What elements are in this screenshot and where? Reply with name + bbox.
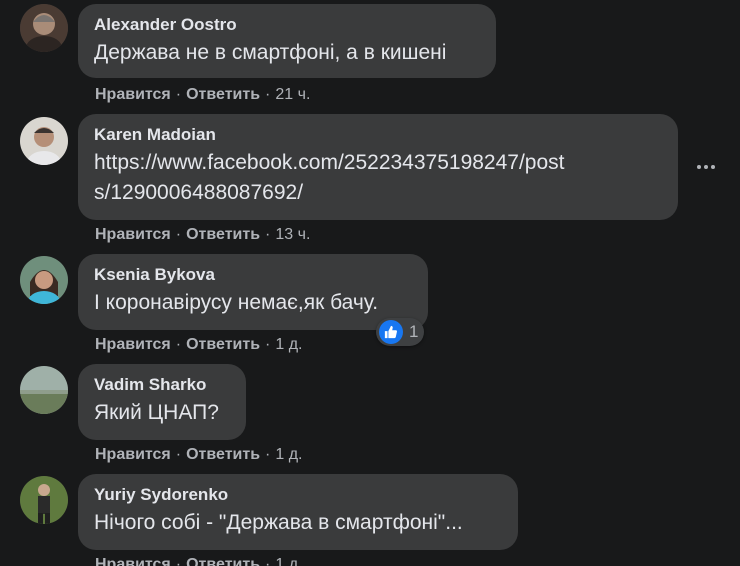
reply-button[interactable]: Ответить	[186, 556, 260, 566]
comment-author[interactable]: Ksenia Bykova	[94, 262, 412, 288]
avatar[interactable]	[20, 476, 68, 524]
comment-actions: Нравится · Ответить · 13 ч.	[95, 225, 310, 245]
like-button[interactable]: Нравится	[95, 226, 171, 243]
comment-time[interactable]: 1 д.	[275, 446, 302, 463]
comment-bubble: Yuriy Sydorenko Нічого собі - "Держава в…	[78, 474, 518, 550]
separator-dot: ·	[265, 446, 271, 463]
reply-button[interactable]: Ответить	[186, 226, 260, 243]
separator-dot: ·	[265, 556, 271, 566]
comment-actions: Нравится · Ответить · 1 д.	[95, 555, 302, 566]
comment-time[interactable]: 1 д.	[275, 556, 302, 566]
comment-author[interactable]: Yuriy Sydorenko	[94, 482, 502, 508]
reaction-count: 1	[409, 322, 419, 341]
more-dot-icon	[697, 165, 701, 169]
separator-dot: ·	[265, 336, 271, 353]
separator-dot: ·	[175, 446, 182, 463]
avatar[interactable]	[20, 256, 68, 304]
more-dot-icon	[704, 165, 708, 169]
like-button[interactable]: Нравится	[95, 86, 171, 103]
comment-actions: Нравится · Ответить · 1 д.	[95, 335, 302, 355]
avatar[interactable]	[20, 4, 68, 52]
more-options-button[interactable]	[692, 153, 720, 181]
like-button[interactable]: Нравится	[95, 336, 171, 353]
comments-feed: Alexander Oostro Держава не в смартфоні,…	[0, 0, 740, 566]
separator-dot: ·	[175, 336, 182, 353]
separator-dot: ·	[265, 226, 271, 243]
like-button[interactable]: Нравится	[95, 556, 171, 566]
comment-bubble: Vadim Sharko Який ЦНАП?	[78, 364, 246, 440]
comment-text: Держава не в смартфоні, а в кишені	[94, 41, 447, 64]
comment-actions: Нравится · Ответить · 21 ч.	[95, 85, 310, 105]
comment-bubble: Alexander Oostro Держава не в смартфоні,…	[78, 4, 496, 78]
comment-author[interactable]: Karen Madoian	[94, 122, 662, 148]
reply-button[interactable]: Ответить	[186, 336, 260, 353]
reply-button[interactable]: Ответить	[186, 86, 260, 103]
comment-actions: Нравится · Ответить · 1 д.	[95, 445, 302, 465]
reactions-badge[interactable]: 1	[376, 318, 425, 346]
comment-author[interactable]: Vadim Sharko	[94, 372, 230, 398]
avatar[interactable]	[20, 117, 68, 165]
comment-author[interactable]: Alexander Oostro	[94, 12, 480, 38]
comment-text: І коронавірусу немає,як бачу.	[94, 291, 379, 314]
comment-text: Який ЦНАП?	[94, 401, 219, 424]
comment-link-line[interactable]: https://www.facebook.com/252234375198247…	[94, 148, 662, 178]
like-button[interactable]: Нравится	[95, 446, 171, 463]
comment-item: Alexander Oostro Держава не в смартфоні,…	[0, 0, 740, 110]
separator-dot: ·	[175, 556, 182, 566]
separator-dot: ·	[265, 86, 271, 103]
comment-link-line[interactable]: s/1290006488087692/	[94, 178, 662, 208]
reply-button[interactable]: Ответить	[186, 446, 260, 463]
comment-time[interactable]: 1 д.	[275, 336, 302, 353]
avatar[interactable]	[20, 366, 68, 414]
comment-bubble: Ksenia Bykova І коронавірусу немає,як ба…	[78, 254, 428, 330]
comment-text: Нічого собі - "Держава в смартфоні"...	[94, 511, 463, 534]
more-dot-icon	[711, 165, 715, 169]
separator-dot: ·	[175, 86, 182, 103]
like-icon	[379, 320, 403, 344]
comment-time[interactable]: 21 ч.	[275, 86, 310, 103]
separator-dot: ·	[175, 226, 182, 243]
comment-time[interactable]: 13 ч.	[275, 226, 310, 243]
comment-bubble: Karen Madoian https://www.facebook.com/2…	[78, 114, 678, 220]
